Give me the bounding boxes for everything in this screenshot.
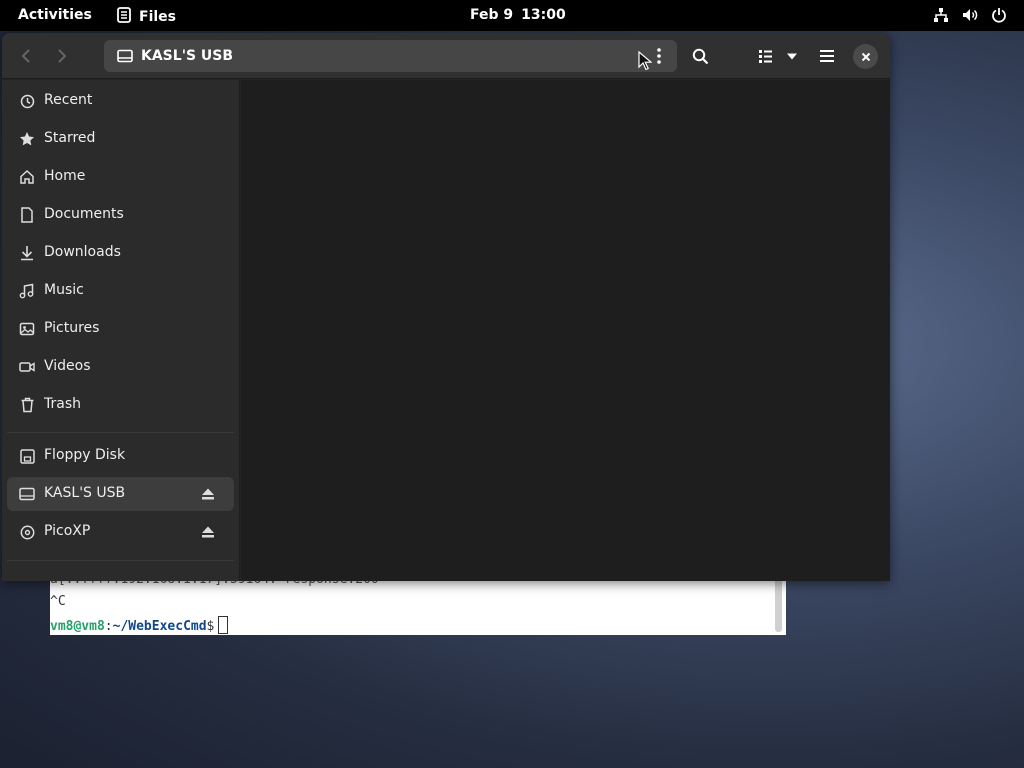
volume-icon[interactable]	[961, 6, 979, 24]
files-app-icon	[117, 7, 131, 27]
sidebar-separator	[7, 432, 234, 433]
sidebar-item-recent[interactable]: Recent	[7, 84, 234, 118]
star-icon	[19, 131, 35, 147]
top-bar: Activities Files Feb 9 13:00	[0, 0, 1024, 31]
terminal-prompt: vm8@vm8:~/WebExecCmd$	[50, 616, 229, 634]
close-button[interactable]	[853, 44, 878, 69]
sidebar-item-label: KASL'S USB	[44, 485, 126, 501]
eject-button[interactable]	[200, 486, 216, 502]
trash-icon	[19, 397, 35, 413]
search-icon	[692, 48, 708, 64]
location-bar[interactable]: KASL'S USB	[104, 40, 677, 72]
video-icon	[19, 359, 35, 375]
disc-icon	[19, 524, 35, 540]
prompt-path: ~/WebExecCmd	[112, 619, 207, 634]
files-window: KASL'S USB Recent Starred Home Documents…	[2, 33, 890, 581]
document-icon	[19, 207, 35, 223]
view-options-button[interactable]	[753, 40, 805, 72]
sidebar-item-videos[interactable]: Videos	[7, 350, 234, 384]
floppy-icon	[19, 448, 35, 464]
prompt-symbol: $	[206, 619, 215, 634]
sidebar-item-pictures[interactable]: Pictures	[7, 312, 234, 346]
sidebar-item-label: Music	[44, 282, 84, 298]
sidebar-item-trash[interactable]: Trash	[7, 388, 234, 422]
sidebar-item-label: Trash	[44, 396, 81, 412]
sidebar-item-label: Pictures	[44, 320, 100, 336]
hamburger-menu-icon	[820, 50, 834, 62]
prompt-user: vm8@vm8	[50, 619, 105, 634]
download-icon	[19, 245, 35, 261]
drive-icon	[19, 486, 35, 502]
power-icon[interactable]	[990, 6, 1008, 24]
app-menu-label: Files	[139, 9, 176, 25]
main-menu-button[interactable]	[812, 40, 842, 72]
activities-button[interactable]: Activities	[18, 7, 92, 23]
sidebar-item-label: Recent	[44, 92, 93, 108]
clock-icon	[19, 93, 35, 109]
picture-icon	[19, 321, 35, 337]
eject-button[interactable]	[200, 524, 216, 540]
drive-icon	[117, 48, 133, 64]
list-view-icon	[759, 50, 797, 63]
header-bar: KASL'S USB	[2, 33, 890, 79]
location-label: KASL'S USB	[141, 48, 234, 64]
chevron-right-icon	[58, 49, 67, 63]
sidebar-item-home[interactable]: Home	[7, 160, 234, 194]
forward-button[interactable]	[48, 40, 76, 72]
sidebar-item-label: Floppy Disk	[44, 447, 126, 463]
kebab-menu-icon	[657, 48, 661, 64]
back-button[interactable]	[12, 40, 40, 72]
home-icon	[19, 169, 35, 185]
sidebar-separator	[7, 560, 234, 561]
sidebar-item-documents[interactable]: Documents	[7, 198, 234, 232]
close-icon	[861, 52, 870, 61]
app-menu[interactable]: Files	[117, 7, 176, 27]
sidebar-item-label: Videos	[44, 358, 91, 374]
mouse-pointer-icon	[638, 51, 652, 71]
sidebar-item-starred[interactable]: Starred	[7, 122, 234, 156]
sidebar-item-label: Documents	[44, 206, 124, 222]
prompt-separator: :	[104, 619, 113, 634]
system-tray[interactable]	[932, 6, 1008, 24]
terminal-cursor	[218, 616, 229, 634]
music-icon	[19, 283, 35, 299]
sidebar-item-downloads[interactable]: Downloads	[7, 236, 234, 270]
sidebar-item-music[interactable]: Music	[7, 274, 234, 308]
sidebar-item-picoxp[interactable]: PicoXP	[7, 515, 234, 549]
clock[interactable]: Feb 9 13:00	[470, 7, 566, 23]
clock-date: Feb 9	[470, 7, 514, 23]
network-icon[interactable]	[932, 6, 950, 24]
chevron-left-icon	[21, 49, 30, 63]
sidebar-item-kasls-usb[interactable]: KASL'S USB	[7, 477, 234, 511]
eject-icon	[202, 488, 214, 500]
file-view[interactable]	[241, 80, 890, 581]
search-button[interactable]	[685, 40, 715, 72]
sidebar-item-label: Downloads	[44, 244, 121, 260]
clock-time: 13:00	[521, 7, 566, 23]
sidebar: Recent Starred Home Documents Downloads …	[2, 80, 240, 581]
sidebar-item-floppy-disk[interactable]: Floppy Disk	[7, 439, 234, 473]
sidebar-item-label: Home	[44, 168, 86, 184]
sidebar-item-label: PicoXP	[44, 523, 91, 539]
eject-icon	[202, 526, 214, 538]
sidebar-item-label: Starred	[44, 130, 96, 146]
location-menu-button[interactable]	[653, 47, 665, 65]
terminal-output-line: ^C	[50, 594, 66, 609]
